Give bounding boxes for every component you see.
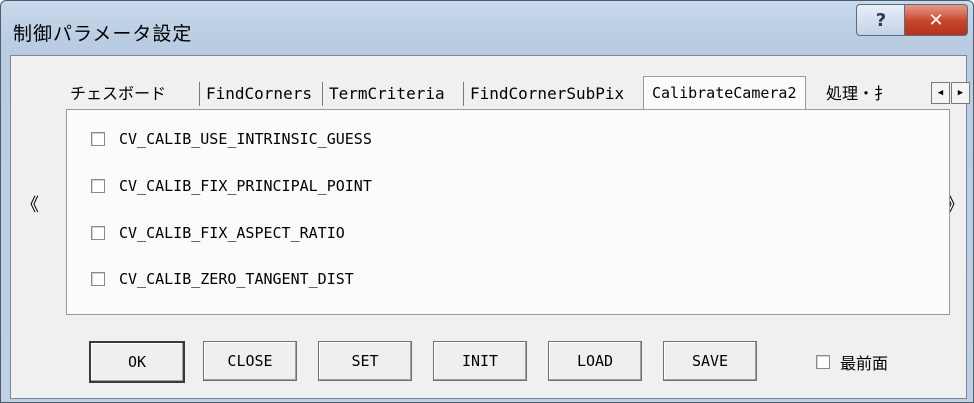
tab-scroll-left-icon[interactable]: ◀ bbox=[931, 82, 950, 104]
option-label: CV_CALIB_ZERO_TANGENT_DIST bbox=[119, 270, 354, 288]
option-label: CV_CALIB_USE_INTRINSIC_GUESS bbox=[119, 130, 372, 148]
option-label: CV_CALIB_FIX_ASPECT_RATIO bbox=[119, 224, 345, 242]
option-use-intrinsic-guess[interactable]: CV_CALIB_USE_INTRINSIC_GUESS bbox=[91, 130, 372, 148]
load-button[interactable]: LOAD bbox=[548, 341, 642, 381]
option-label: CV_CALIB_FIX_PRINCIPAL_POINT bbox=[119, 177, 372, 195]
tab-termcriteria[interactable]: TermCriteria bbox=[329, 80, 445, 108]
option-fix-principal-point[interactable]: CV_CALIB_FIX_PRINCIPAL_POINT bbox=[91, 177, 372, 195]
topmost-option[interactable]: 最前面 bbox=[816, 350, 888, 374]
checkbox[interactable] bbox=[91, 132, 105, 146]
topmost-checkbox[interactable] bbox=[816, 355, 830, 369]
tab-separator bbox=[463, 82, 464, 106]
close-button[interactable]: CLOSE bbox=[203, 341, 297, 381]
checkbox[interactable] bbox=[91, 179, 105, 193]
prev-page-button[interactable]: 《 bbox=[21, 191, 39, 217]
option-fix-aspect-ratio[interactable]: CV_CALIB_FIX_ASPECT_RATIO bbox=[91, 224, 345, 242]
tab-scroll-right-icon[interactable]: ▶ bbox=[951, 82, 970, 104]
init-button[interactable]: INIT bbox=[433, 341, 527, 381]
tab-calibratecamera2[interactable]: CalibrateCamera2 bbox=[643, 76, 806, 109]
tab-scroll-buttons: ◀ ▶ bbox=[930, 82, 970, 104]
window-title: 制御パラメータ設定 bbox=[13, 23, 193, 45]
save-button[interactable]: SAVE bbox=[663, 341, 757, 381]
tab-findcorners[interactable]: FindCorners bbox=[206, 80, 312, 108]
option-zero-tangent-dist[interactable]: CV_CALIB_ZERO_TANGENT_DIST bbox=[91, 270, 354, 288]
title-bar[interactable]: 制御パラメータ設定 ? ✕ bbox=[1, 1, 973, 55]
help-button[interactable]: ? bbox=[856, 4, 906, 36]
tab-separator bbox=[199, 82, 200, 106]
tab-panel-calibratecamera2: CV_CALIB_USE_INTRINSIC_GUESS CV_CALIB_FI… bbox=[66, 109, 950, 315]
checkbox[interactable] bbox=[91, 272, 105, 286]
ok-button[interactable]: OK bbox=[89, 341, 185, 383]
dialog-window: 制御パラメータ設定 ? ✕ 《 》 チェスボード FindCorners Ter… bbox=[0, 0, 974, 403]
set-button[interactable]: SET bbox=[318, 341, 412, 381]
checkbox[interactable] bbox=[91, 226, 105, 240]
tab-chessboard[interactable]: チェスボード bbox=[70, 80, 166, 108]
tab-processing[interactable]: 処理・扌 bbox=[826, 80, 926, 108]
tab-strip: チェスボード FindCorners TermCriteria FindCorn… bbox=[66, 76, 970, 110]
tab-findcornersubpix[interactable]: FindCornerSubPix bbox=[470, 80, 624, 108]
dialog-client-area: 《 》 チェスボード FindCorners TermCriteria Find… bbox=[10, 55, 970, 399]
topmost-label: 最前面 bbox=[840, 354, 889, 373]
tab-separator bbox=[322, 82, 323, 106]
close-window-button[interactable]: ✕ bbox=[904, 4, 968, 36]
